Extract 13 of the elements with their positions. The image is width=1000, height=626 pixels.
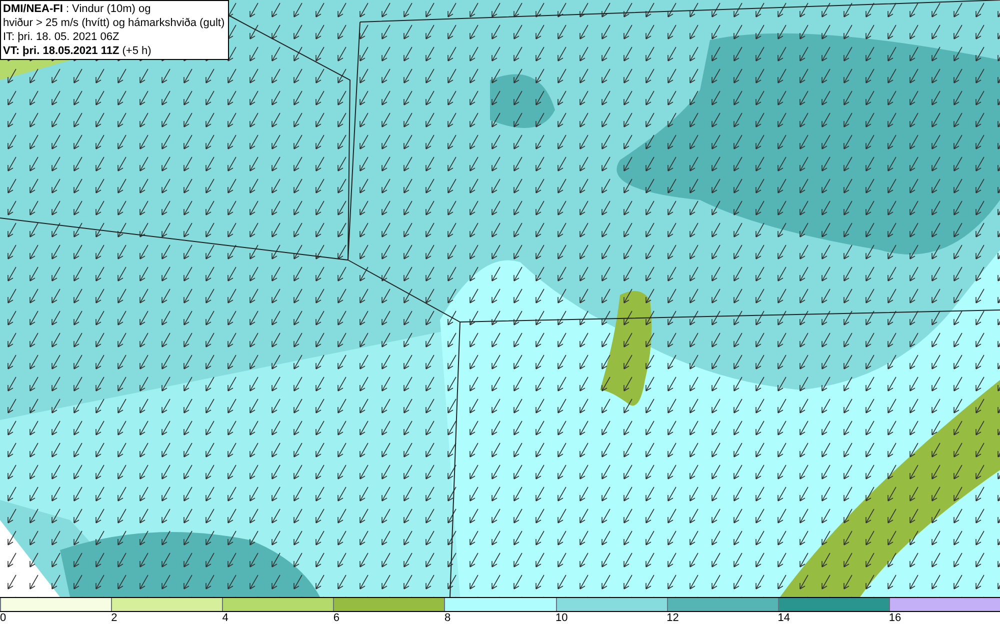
legend-tick-label: 12 [666, 612, 679, 625]
title-line: DMI/NEA-FI : Vindur (10m) og [3, 2, 152, 16]
title-line: VT: þri. 18.05.2021 11Z (+5 h) [3, 44, 152, 58]
legend-tick-label: 16 [888, 612, 902, 625]
legend-tick-label: 14 [778, 612, 790, 625]
legend-tick-label: 0 [0, 612, 6, 625]
legend-tick-label: 2 [111, 612, 118, 625]
legend-tick-label: 4 [222, 612, 228, 625]
legend-tick-label: 6 [333, 612, 340, 625]
title-line: hviður > 25 m/s (hvítt) og hámarkshviða (gult) [3, 16, 226, 30]
legend-tick-label: 8 [444, 612, 451, 625]
legend-tick-label: 10 [556, 612, 568, 625]
title-line: IT: þri. 18. 05. 2021 06Z [3, 30, 120, 44]
